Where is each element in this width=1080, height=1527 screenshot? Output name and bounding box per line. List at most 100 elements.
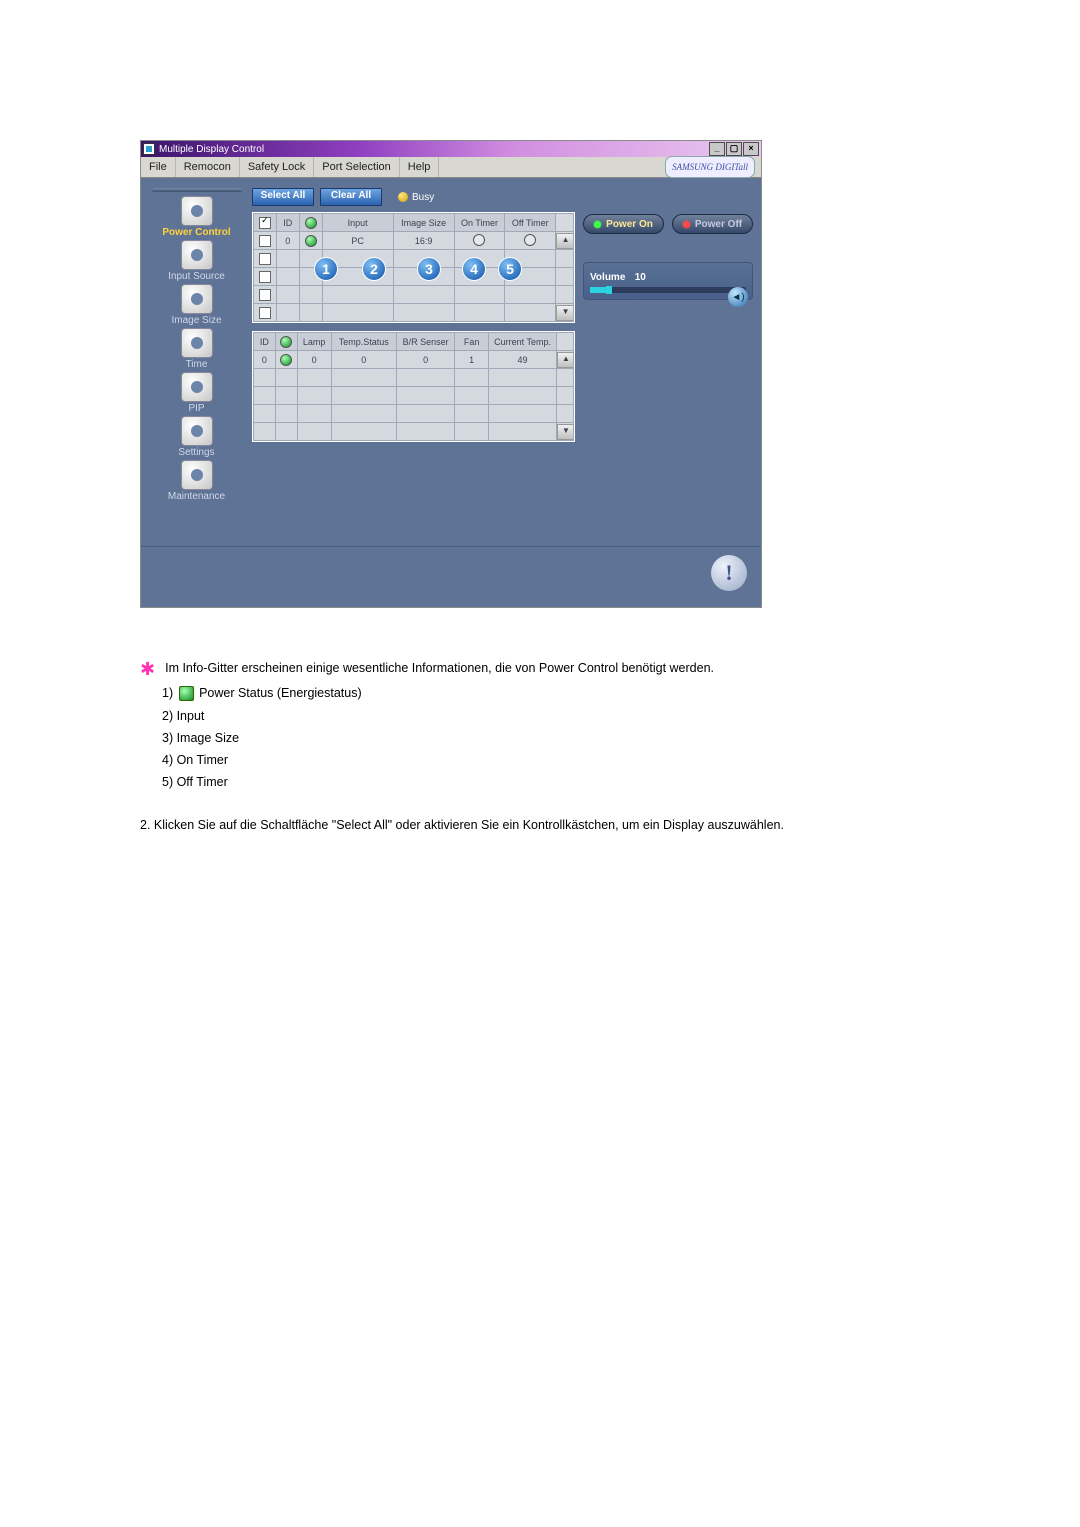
doc-item: 5) Off Timer [162, 772, 1000, 793]
sidebar-item-label: Input Source [168, 271, 225, 282]
checkbox-icon[interactable] [259, 253, 271, 265]
doc-text: ✱Im Info-Gitter erscheinen einige wesent… [140, 658, 1000, 836]
table-row[interactable] [254, 369, 574, 387]
grid1-header[interactable]: ID [276, 214, 299, 232]
power-off-button[interactable]: Power Off [672, 214, 753, 234]
power-status-icon [280, 354, 292, 366]
close-button[interactable]: × [743, 142, 759, 156]
timer-icon [473, 234, 485, 246]
table-row[interactable] [254, 387, 574, 405]
minimize-button[interactable]: _ [709, 142, 725, 156]
table-row[interactable] [254, 405, 574, 423]
grid1-header[interactable] [254, 214, 277, 232]
volume-slider[interactable] [590, 287, 746, 293]
doc-item: 3) Image Size [162, 728, 1000, 749]
doc-item: 1) Power Status (Energiestatus) [162, 683, 1000, 704]
sidebar-item-power-control[interactable]: Power Control [157, 195, 237, 239]
sidebar-item-label: Settings [178, 447, 214, 458]
volume-label: Volume [590, 272, 625, 283]
select-all-button[interactable]: Select All [252, 188, 314, 206]
menubar: File Remocon Safety Lock Port Selection … [141, 157, 761, 178]
grid2-header[interactable]: ID [254, 333, 276, 351]
grid2-header[interactable]: Current Temp. [489, 333, 557, 351]
checkbox-icon[interactable] [259, 307, 271, 319]
grid1-header[interactable]: Off Timer [505, 214, 556, 232]
power-icon [181, 196, 213, 226]
doc-step2: 2. Klicken Sie auf die Schaltfläche "Sel… [140, 815, 1000, 836]
table-row[interactable]: 0PC16:9▲ [254, 232, 574, 250]
power-on-button[interactable]: Power On [583, 214, 664, 234]
app-icon [143, 143, 155, 155]
maint-icon [181, 460, 213, 490]
table-row[interactable] [254, 268, 574, 286]
status-bar: ! [141, 546, 761, 607]
timer-icon [524, 234, 536, 246]
grid2-header[interactable]: Temp.Status [331, 333, 396, 351]
star-icon: ✱ [140, 663, 155, 675]
image-icon [181, 284, 213, 314]
sidebar-item-pip[interactable]: PIP [157, 371, 237, 415]
grid2-header[interactable]: Lamp [297, 333, 331, 351]
scroll-up-button[interactable]: ▲ [556, 233, 573, 249]
brand-logo: SAMSUNG DIGITall [665, 157, 761, 177]
checkbox-icon[interactable] [259, 217, 271, 229]
grid2-header[interactable] [275, 333, 297, 351]
sidebar-item-image-size[interactable]: Image Size [157, 283, 237, 327]
doc-item: 4) On Timer [162, 750, 1000, 771]
settings-icon [181, 416, 213, 446]
clear-all-button[interactable]: Clear All [320, 188, 382, 206]
grid1-header[interactable]: On Timer [454, 214, 505, 232]
sidebar-item-time[interactable]: Time [157, 327, 237, 371]
table-row[interactable]: 0000149▲ [254, 351, 574, 369]
scroll-up-button[interactable]: ▲ [557, 352, 574, 368]
top-row: Select All Clear All Busy [252, 188, 575, 206]
sidebar-item-label: Time [186, 359, 208, 370]
grid1-header[interactable]: Input [322, 214, 393, 232]
doc-item: 2) Input [162, 706, 1000, 727]
window-title: Multiple Display Control [159, 144, 264, 155]
scroll-down-button[interactable]: ▼ [556, 305, 573, 321]
maximize-button[interactable]: ▢ [726, 142, 742, 156]
table-row[interactable] [254, 250, 574, 268]
pip-icon [181, 372, 213, 402]
grid1-header[interactable] [299, 214, 322, 232]
table-row[interactable] [254, 286, 574, 304]
menu-safety-lock[interactable]: Safety Lock [240, 157, 314, 177]
app-window: Multiple Display Control _ ▢ × File Remo… [140, 140, 762, 608]
sidebar-item-label: Maintenance [168, 491, 225, 502]
right-panel: Power On Power Off Volume 10 ◄) [583, 188, 753, 538]
info-grid-1[interactable]: ID InputImage SizeOn TimerOff Timer0PC16:… [252, 212, 575, 323]
checkbox-icon[interactable] [259, 235, 271, 247]
power-status-icon [305, 217, 317, 229]
grid1-header[interactable]: Image Size [393, 214, 454, 232]
sidebar-item-maintenance[interactable]: Maintenance [157, 459, 237, 503]
input-icon [181, 240, 213, 270]
sidebar-item-label: PIP [188, 403, 204, 414]
menu-help[interactable]: Help [400, 157, 440, 177]
menu-remocon[interactable]: Remocon [176, 157, 240, 177]
info-grid-2[interactable]: ID LampTemp.StatusB/R SenserFanCurrent Te… [252, 331, 575, 442]
menu-file[interactable]: File [141, 157, 176, 177]
busy-indicator: Busy [398, 192, 434, 203]
busy-icon [398, 192, 408, 202]
grid2-header[interactable]: Fan [455, 333, 489, 351]
power-status-icon [179, 686, 194, 701]
scroll-down-button[interactable]: ▼ [557, 424, 574, 440]
menu-port-selection[interactable]: Port Selection [314, 157, 399, 177]
checkbox-icon[interactable] [259, 271, 271, 283]
sidebar-item-label: Image Size [171, 315, 221, 326]
sidebar: Power Control Input Source Image Size Time P… [149, 188, 244, 538]
volume-panel: Volume 10 ◄) [583, 262, 753, 300]
grid2-header[interactable]: B/R Senser [397, 333, 455, 351]
sidebar-item-label: Power Control [162, 227, 230, 238]
checkbox-icon[interactable] [259, 289, 271, 301]
sidebar-item-settings[interactable]: Settings [157, 415, 237, 459]
table-row[interactable]: ▼ [254, 423, 574, 441]
sidebar-item-input-source[interactable]: Input Source [157, 239, 237, 283]
power-status-icon [280, 336, 292, 348]
table-row[interactable]: ▼ [254, 304, 574, 322]
info-icon[interactable]: ! [711, 555, 747, 591]
speaker-icon[interactable]: ◄) [728, 287, 748, 307]
titlebar[interactable]: Multiple Display Control _ ▢ × [141, 141, 761, 157]
volume-value: 10 [635, 272, 646, 283]
